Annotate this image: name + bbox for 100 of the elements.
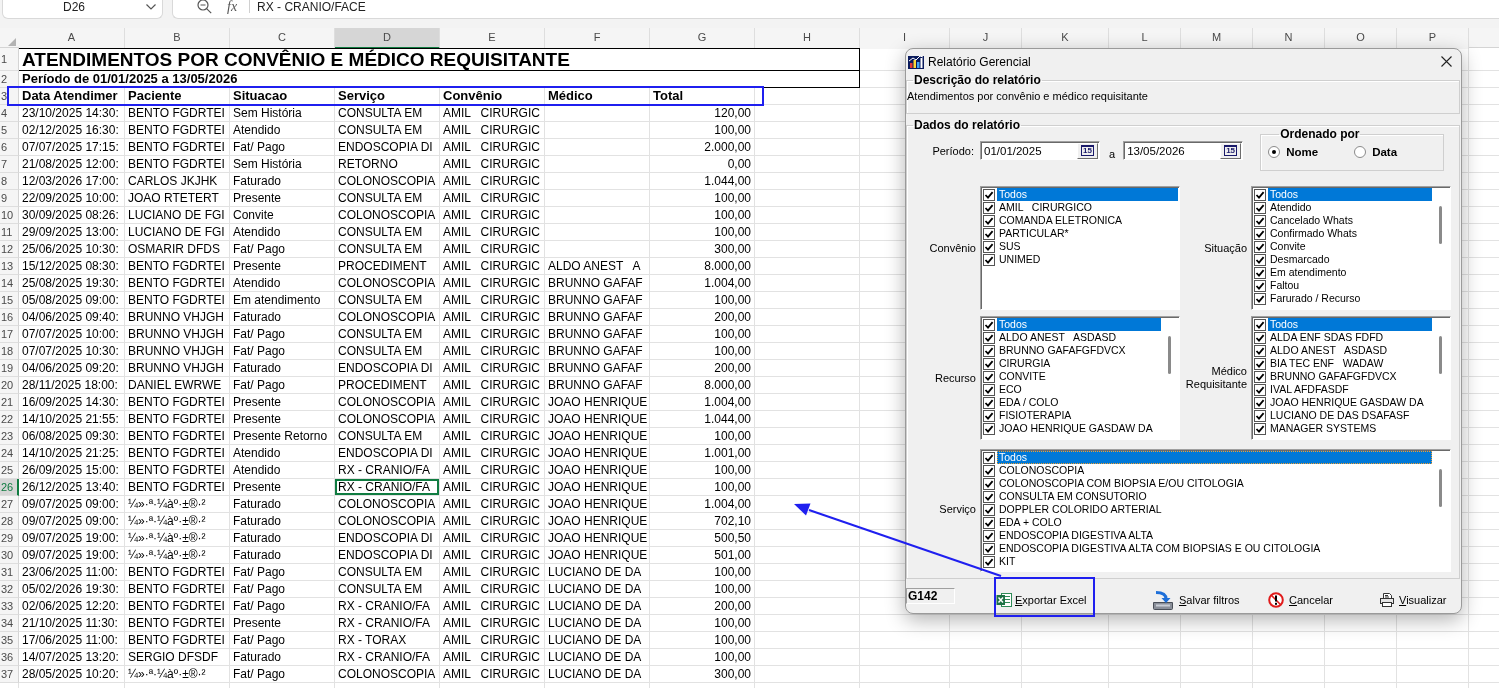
save-button[interactable]: Salvar filtros	[1152, 589, 1240, 611]
list-item[interactable]: SUS	[997, 240, 1178, 253]
row-header[interactable]: 5	[0, 122, 19, 139]
column-header[interactable]: C	[230, 28, 335, 49]
checkbox[interactable]	[1254, 279, 1266, 292]
row-header[interactable]: 13	[0, 258, 19, 275]
list-item[interactable]: Convite	[1268, 240, 1432, 253]
checkbox[interactable]	[1254, 253, 1266, 266]
list-item[interactable]: ENDOSCOPIA DIGESTIVA ALTA	[997, 529, 1432, 542]
column-header[interactable]: D	[335, 28, 440, 49]
checkbox[interactable]	[1254, 240, 1266, 253]
column-header[interactable]: H	[755, 28, 860, 49]
checkbox[interactable]	[983, 451, 995, 464]
list-item[interactable]: Confirmado Whats	[1268, 227, 1432, 240]
column-header[interactable]: J	[950, 28, 1022, 49]
column-header[interactable]: L	[1109, 28, 1181, 49]
list-item[interactable]: LUCIANO DE DAS DSAFASF	[1268, 409, 1432, 422]
calendar-button[interactable]: 15	[1077, 142, 1098, 159]
checkbox[interactable]	[1254, 357, 1266, 370]
list-item[interactable]: JOAO HENRIQUE GASDAW DA	[1268, 396, 1432, 409]
list-item[interactable]: IVAL AFDFASDF	[1268, 383, 1432, 396]
checkbox[interactable]	[983, 542, 995, 555]
checkbox[interactable]	[983, 227, 995, 240]
list-item[interactable]: DOPPLER COLORIDO ARTERIAL	[997, 503, 1432, 516]
export-button[interactable]: Exportar Excel	[996, 589, 1087, 611]
row-header[interactable]: 11	[0, 224, 19, 241]
checkbox[interactable]	[1254, 318, 1266, 331]
list-item[interactable]: BIA TEC ENF WADAW	[1268, 357, 1432, 370]
scrollbar-thumb[interactable]	[1439, 336, 1442, 374]
row-header[interactable]: 1	[0, 48, 19, 71]
date-field[interactable]: 01/01/2025 15	[980, 141, 1100, 160]
scrollbar-thumb[interactable]	[1439, 469, 1442, 507]
chevron-down-icon[interactable]	[146, 3, 156, 10]
checkbox[interactable]	[983, 201, 995, 214]
list-item[interactable]: PARTICULAR*	[997, 227, 1178, 240]
list-item[interactable]: ECO	[997, 383, 1161, 396]
list-item[interactable]: UNIMED	[997, 253, 1178, 266]
list-item[interactable]: FISIOTERAPIA	[997, 409, 1161, 422]
list-item[interactable]: CONSULTA EM CONSUTORIO	[997, 490, 1432, 503]
list-item[interactable]: ALDO ANEST ASDASD	[1268, 344, 1432, 357]
checkbox[interactable]	[1254, 188, 1266, 201]
row-header[interactable]: 9	[0, 190, 19, 207]
row-header[interactable]: 32	[0, 581, 19, 598]
checkbox[interactable]	[983, 396, 995, 409]
row-header[interactable]: 10	[0, 207, 19, 224]
list-item[interactable]: Farurado / Recurso	[1268, 292, 1432, 305]
list-item[interactable]: COLONOSCOPIA	[997, 464, 1432, 477]
checkbox[interactable]	[1254, 383, 1266, 396]
list-item[interactable]: Todos	[997, 188, 1178, 201]
row-header[interactable]: 14	[0, 275, 19, 292]
row-header[interactable]: 35	[0, 632, 19, 649]
checkbox[interactable]	[1254, 214, 1266, 227]
row-header[interactable]: 28	[0, 513, 19, 530]
calendar-button[interactable]: 15	[1220, 142, 1242, 159]
list-item[interactable]: BRUNNO GAFAFGFDVCX	[997, 344, 1161, 357]
preview-button[interactable]: Visualizar	[1379, 589, 1447, 611]
column-header[interactable]: P	[1397, 28, 1469, 49]
checkbox[interactable]	[983, 240, 995, 253]
checkbox[interactable]	[983, 529, 995, 542]
row-header[interactable]: 24	[0, 445, 19, 462]
scrollbar-thumb[interactable]	[1439, 206, 1442, 244]
row-header[interactable]: 34	[0, 615, 19, 632]
row-header[interactable]: 2	[0, 71, 19, 88]
list-item[interactable]: Atendido	[1268, 201, 1432, 214]
list-item[interactable]: COMANDA ELETRONICA	[997, 214, 1178, 227]
radio-button[interactable]	[1354, 146, 1367, 158]
row-header[interactable]: 36	[0, 649, 19, 666]
radio-label[interactable]: Data	[1372, 145, 1398, 159]
checkbox[interactable]	[983, 214, 995, 227]
column-header[interactable]: E	[440, 28, 545, 49]
checkbox[interactable]	[983, 253, 995, 266]
row-header[interactable]: 7	[0, 156, 19, 173]
checklist-box[interactable]: Todos Atendido Cancelado Whats Confirmado Whats Convite Desmarcado Em atendimento Faltou Farurado / Recurso	[1251, 186, 1451, 310]
row-header[interactable]: 21	[0, 394, 19, 411]
checkbox[interactable]	[1254, 331, 1266, 344]
column-header[interactable]: M	[1181, 28, 1253, 49]
column-header[interactable]: K	[1022, 28, 1109, 49]
list-item[interactable]: ALDO ANEST ASDASD	[997, 331, 1161, 344]
checkbox[interactable]	[1254, 409, 1266, 422]
radio-label[interactable]: Nome	[1286, 145, 1319, 159]
checkbox[interactable]	[983, 409, 995, 422]
row-header[interactable]: 17	[0, 326, 19, 343]
checkbox[interactable]	[983, 357, 995, 370]
row-header[interactable]: 31	[0, 564, 19, 581]
list-item[interactable]: KIT	[997, 555, 1432, 568]
row-header[interactable]: 22	[0, 411, 19, 428]
list-item[interactable]: Cancelado Whats	[1268, 214, 1432, 227]
checkbox[interactable]	[1254, 422, 1266, 435]
row-header[interactable]: 19	[0, 360, 19, 377]
checkbox[interactable]	[983, 331, 995, 344]
list-item[interactable]: Todos	[1268, 188, 1432, 201]
scrollbar-thumb[interactable]	[1168, 336, 1171, 374]
row-header[interactable]: 15	[0, 292, 19, 309]
checkbox[interactable]	[983, 503, 995, 516]
checkbox[interactable]	[1254, 201, 1266, 214]
list-item[interactable]: ALDA ENF SDAS FDFD	[1268, 331, 1432, 344]
formula-field[interactable]: RX - CRANIO/FACE	[257, 0, 366, 14]
list-item[interactable]: EDA / COLO	[997, 396, 1161, 409]
column-header[interactable]: I	[860, 28, 950, 49]
list-item[interactable]: BRUNNO GAFAFGFDVCX	[1268, 370, 1432, 383]
